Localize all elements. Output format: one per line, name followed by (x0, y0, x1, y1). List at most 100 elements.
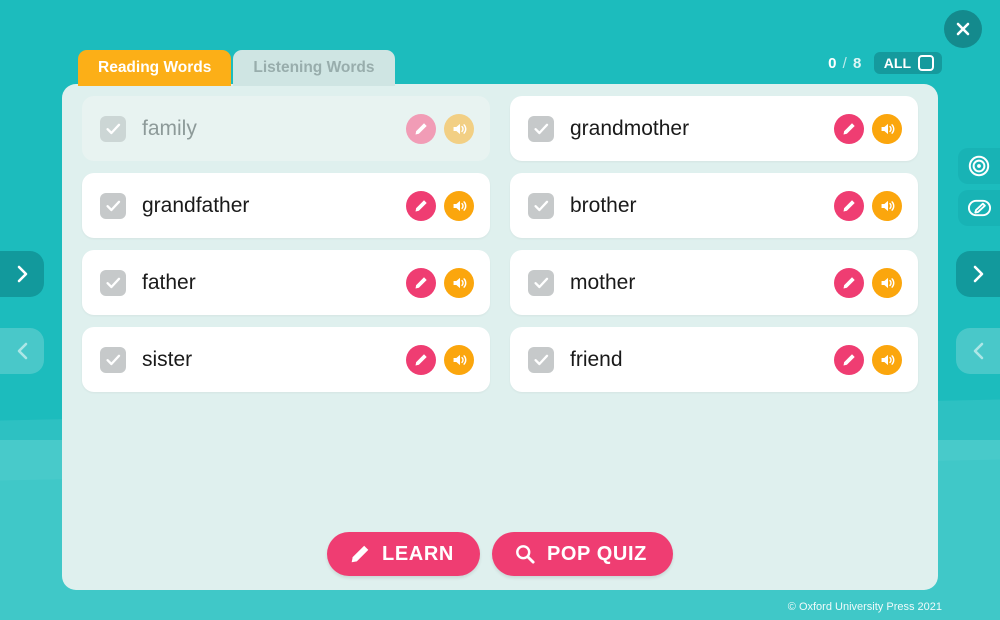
pencil-icon (843, 199, 855, 212)
pop-quiz-button-label: POP QUIZ (546, 542, 647, 565)
word-row[interactable]: friend (510, 327, 918, 392)
pencil-icon (843, 276, 855, 289)
pencil-icon (415, 122, 427, 135)
word-row[interactable]: father (82, 250, 490, 315)
chevron-right-icon (17, 265, 27, 283)
nav-next-left[interactable] (0, 251, 44, 297)
word-label: family (142, 116, 197, 140)
tab-listening-words[interactable]: Listening Words (233, 50, 395, 86)
word-row[interactable]: brother (510, 173, 918, 238)
word-row-actions (406, 190, 474, 221)
close-button[interactable] (944, 10, 982, 48)
speaker-icon (453, 354, 466, 365)
progress-separator: / (842, 54, 848, 72)
check-icon (533, 277, 548, 288)
nav-prev-right[interactable] (956, 328, 1000, 374)
word-checkbox[interactable] (100, 269, 126, 296)
pencil-icon (843, 353, 855, 366)
word-audio-button[interactable] (444, 190, 474, 221)
speaker-icon (881, 277, 894, 288)
chevron-left-icon (973, 342, 983, 360)
word-checkbox[interactable] (528, 115, 554, 142)
copyright-notice: © Oxford University Press 2021 (787, 601, 942, 613)
word-label: grandfather (142, 193, 250, 217)
target-icon (968, 155, 990, 177)
word-row-actions (834, 267, 902, 298)
pencil-icon (415, 353, 427, 366)
word-audio-button[interactable] (444, 344, 474, 375)
word-checkbox[interactable] (100, 346, 126, 373)
pencil-icon (415, 199, 427, 212)
word-row-actions (406, 267, 474, 298)
close-icon (956, 22, 970, 36)
speaker-icon (453, 200, 466, 211)
word-edit-button[interactable] (406, 344, 436, 375)
pencil-icon (415, 276, 427, 289)
speaker-icon (453, 277, 466, 288)
word-grid: family grandmother grandfather brother f… (82, 96, 918, 392)
word-row[interactable]: mother (510, 250, 918, 315)
word-label: friend (570, 347, 623, 371)
word-edit-button[interactable] (406, 190, 436, 221)
word-row[interactable]: grandfather (82, 173, 490, 238)
check-icon (105, 200, 120, 211)
check-icon (533, 354, 548, 365)
nav-prev-left[interactable] (0, 328, 44, 374)
word-label: sister (142, 347, 193, 371)
word-row-actions (834, 113, 902, 144)
tab-reading-words[interactable]: Reading Words (78, 50, 232, 86)
progress-counter: 0 / 8 (828, 55, 862, 72)
learn-button[interactable]: LEARN (327, 532, 480, 576)
word-row[interactable]: sister (82, 327, 490, 392)
check-icon (533, 200, 548, 211)
word-row-actions (406, 113, 474, 144)
progress-completed: 0 (828, 54, 837, 72)
word-edit-button[interactable] (834, 190, 864, 221)
word-edit-button[interactable] (406, 267, 436, 298)
word-edit-button[interactable] (834, 267, 864, 298)
select-all-checkbox[interactable] (918, 55, 934, 71)
speaker-icon (881, 200, 894, 211)
word-row[interactable]: family (82, 96, 490, 161)
pencil-icon (843, 122, 855, 135)
progress-total: 8 (852, 54, 862, 72)
tool-target[interactable] (958, 148, 1000, 184)
word-edit-button[interactable] (406, 113, 436, 144)
word-row-actions (834, 190, 902, 221)
speaker-icon (453, 123, 466, 134)
word-label: brother (570, 193, 637, 217)
word-checkbox[interactable] (100, 192, 126, 219)
word-audio-button[interactable] (444, 113, 474, 144)
word-audio-button[interactable] (872, 344, 902, 375)
word-audio-button[interactable] (872, 113, 902, 144)
pencil-icon (351, 545, 369, 563)
word-audio-button[interactable] (872, 267, 902, 298)
word-list-panel: family grandmother grandfather brother f… (62, 84, 938, 590)
speaker-icon (881, 123, 894, 134)
learn-button-label: LEARN (382, 542, 454, 565)
word-edit-button[interactable] (834, 344, 864, 375)
check-icon (105, 277, 120, 288)
word-audio-button[interactable] (444, 267, 474, 298)
check-icon (533, 123, 548, 134)
pop-quiz-button[interactable]: POP QUIZ (491, 532, 673, 576)
check-icon (105, 123, 120, 134)
action-bar: LEARN POP QUIZ (62, 532, 938, 576)
app-window: Reading Words Listening Words 0 / 8 ALL … (0, 0, 1000, 620)
word-edit-button[interactable] (834, 113, 864, 144)
tool-pencil[interactable] (958, 190, 1000, 226)
nav-next-right[interactable] (956, 251, 1000, 297)
word-checkbox[interactable] (528, 192, 554, 219)
word-checkbox[interactable] (528, 346, 554, 373)
magnifier-icon (516, 545, 535, 564)
chevron-right-icon (973, 265, 983, 283)
word-checkbox[interactable] (100, 115, 126, 142)
word-row[interactable]: grandmother (510, 96, 918, 161)
select-all-label: ALL (883, 55, 911, 71)
chevron-left-icon (17, 342, 27, 360)
select-all-toggle[interactable]: ALL (873, 52, 942, 74)
tab-bar: Reading Words Listening Words (78, 50, 395, 86)
check-icon (105, 354, 120, 365)
word-audio-button[interactable] (872, 190, 902, 221)
word-checkbox[interactable] (528, 269, 554, 296)
